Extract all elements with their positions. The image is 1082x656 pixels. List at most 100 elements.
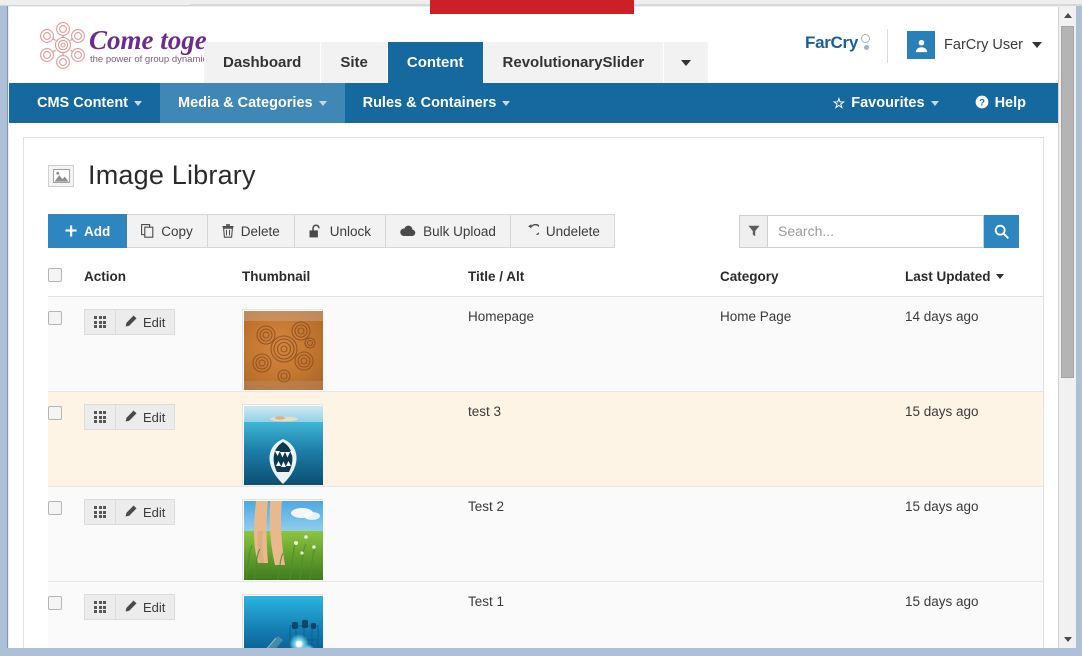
row-select-cell [48, 581, 84, 648]
subnav-item-media-categories[interactable]: Media & Categories [160, 83, 345, 123]
secondary-nav: CMS Content Media & Categories Rules & C… [9, 83, 1058, 123]
row-category-cell [720, 486, 905, 583]
pencil-icon [125, 505, 137, 520]
tabs-overflow-button[interactable] [664, 42, 710, 83]
table-row[interactable]: Edit [48, 296, 1043, 393]
toolbar: Add Copy Delete Unlock Bulk Upload Undel… [48, 214, 1019, 248]
delete-button[interactable]: Delete [207, 214, 295, 248]
grid-icon [94, 601, 106, 614]
unlock-button[interactable]: Unlock [294, 214, 387, 248]
row-checkbox[interactable] [48, 310, 62, 325]
tab-dashboard-label: Dashboard [223, 54, 302, 71]
farcry-brandmark-label: FarCry [804, 33, 858, 52]
browser-top-strip-inner [190, 4, 1082, 6]
tab-content[interactable]: Content [387, 42, 484, 83]
row-action-cell: Edit [84, 296, 242, 393]
row-edit-label: Edit [143, 314, 166, 330]
row-grid-button[interactable] [84, 309, 116, 336]
row-grid-button[interactable] [84, 594, 116, 621]
scrollbar-down-button[interactable] [1059, 631, 1076, 648]
add-button[interactable]: Add [48, 214, 128, 248]
table-header-row: Action Thumbnail Title / Alt Category La… [48, 268, 1043, 298]
window-frame-right [1076, 6, 1082, 656]
row-thumbnail-cell [242, 391, 468, 488]
delete-button-label: Delete [240, 223, 280, 239]
row-updated-cell: 15 days ago [905, 486, 1043, 583]
grid-icon [94, 506, 106, 519]
row-updated-cell: 15 days ago [905, 581, 1043, 648]
subnav-item-favourites[interactable]: ☆ Favourites [815, 83, 957, 123]
row-edit-label: Edit [143, 504, 166, 520]
tab-dashboard[interactable]: Dashboard [204, 42, 322, 83]
subnav-item-media-categories-label: Media & Categories [178, 95, 313, 111]
row-title-cell: test 3 [468, 391, 720, 488]
copy-icon [141, 224, 154, 238]
row-edit-button[interactable]: Edit [116, 404, 176, 431]
row-edit-label: Edit [143, 409, 166, 425]
row-updated-cell: 15 days ago [905, 391, 1043, 488]
aboriginal-dot-art-thumbnail[interactable] [242, 309, 323, 391]
user-name-label: FarCry User [944, 37, 1023, 53]
chevron-down-icon [318, 100, 327, 106]
subnav-item-rules-containers-label: Rules & Containers [362, 95, 497, 111]
scrollbar-up-button[interactable] [1059, 7, 1076, 24]
main-tabs: Dashboard Site Content RevolutionarySlid… [204, 42, 710, 83]
svg-text:the power of group dynamics: the power of group dynamics [90, 54, 207, 65]
table-row[interactable]: Edit [48, 581, 1043, 648]
select-all-checkbox[interactable] [48, 268, 62, 283]
page-scrollbar[interactable] [1058, 7, 1076, 648]
tab-revolutionaryslider[interactable]: RevolutionarySlider [483, 42, 665, 83]
site-logo[interactable]: Come together the power of group dynamic… [27, 17, 207, 75]
last-updated-header[interactable]: Last Updated [905, 268, 1043, 298]
row-checkbox[interactable] [48, 500, 62, 515]
filter-icon[interactable] [739, 214, 768, 248]
thumbnail-header: Thumbnail [242, 268, 468, 298]
row-edit-button[interactable]: Edit [116, 594, 176, 621]
unlock-icon [309, 224, 323, 238]
copy-button[interactable]: Copy [127, 214, 208, 248]
plus-icon [65, 225, 77, 237]
search-input[interactable] [768, 214, 984, 248]
legs-in-grass-thumbnail[interactable] [242, 499, 323, 581]
window-frame-left [0, 6, 8, 656]
window-frame-bottom [0, 648, 1082, 656]
row-edit-button[interactable]: Edit [116, 309, 176, 336]
action-header: Action [84, 268, 242, 298]
title-alt-header: Title / Alt [468, 268, 720, 298]
row-updated-cell: 14 days ago [905, 296, 1043, 393]
trash-icon [222, 224, 234, 238]
table-row[interactable]: Edit [48, 391, 1043, 488]
row-thumbnail-cell [242, 581, 468, 648]
tab-site[interactable]: Site [321, 42, 388, 83]
user-avatar-icon [907, 31, 936, 59]
star-icon: ☆ [832, 95, 846, 111]
shark-underwater-thumbnail[interactable] [242, 404, 323, 486]
row-title-cell: Homepage [468, 296, 720, 393]
cloud-upload-icon [400, 225, 416, 237]
undelete-button[interactable]: Undelete [510, 214, 615, 248]
row-grid-button[interactable] [84, 499, 116, 526]
row-edit-button[interactable]: Edit [116, 499, 176, 526]
table-row[interactable]: Edit [48, 486, 1043, 583]
masthead-divider [887, 29, 888, 63]
row-grid-button[interactable] [84, 404, 116, 431]
scrollbar-thumb[interactable] [1061, 26, 1074, 378]
image-library-table: Action Thumbnail Title / Alt Category La… [48, 268, 1043, 648]
row-checkbox[interactable] [48, 595, 62, 610]
tab-site-label: Site [340, 54, 368, 71]
bulk-upload-button[interactable]: Bulk Upload [386, 214, 511, 248]
triangle-up-icon [1063, 13, 1072, 18]
subnav-item-cms-content[interactable]: CMS Content [9, 83, 160, 123]
underwater-lights-thumbnail[interactable] [242, 594, 323, 648]
undelete-button-label: Undelete [545, 223, 600, 239]
search-submit-button[interactable] [984, 214, 1019, 248]
tab-revolutionaryslider-label: RevolutionarySlider [502, 54, 645, 71]
subnav-item-rules-containers[interactable]: Rules & Containers [345, 83, 529, 123]
triangle-down-icon [1063, 637, 1072, 642]
secondary-nav-right: ☆ Favourites ? Help [815, 83, 1058, 123]
category-header: Category [720, 268, 905, 298]
subnav-item-help[interactable]: ? Help [957, 83, 1044, 123]
user-menu[interactable]: FarCry User [907, 31, 1042, 59]
row-title-cell: Test 2 [468, 486, 720, 583]
row-checkbox[interactable] [48, 405, 62, 420]
